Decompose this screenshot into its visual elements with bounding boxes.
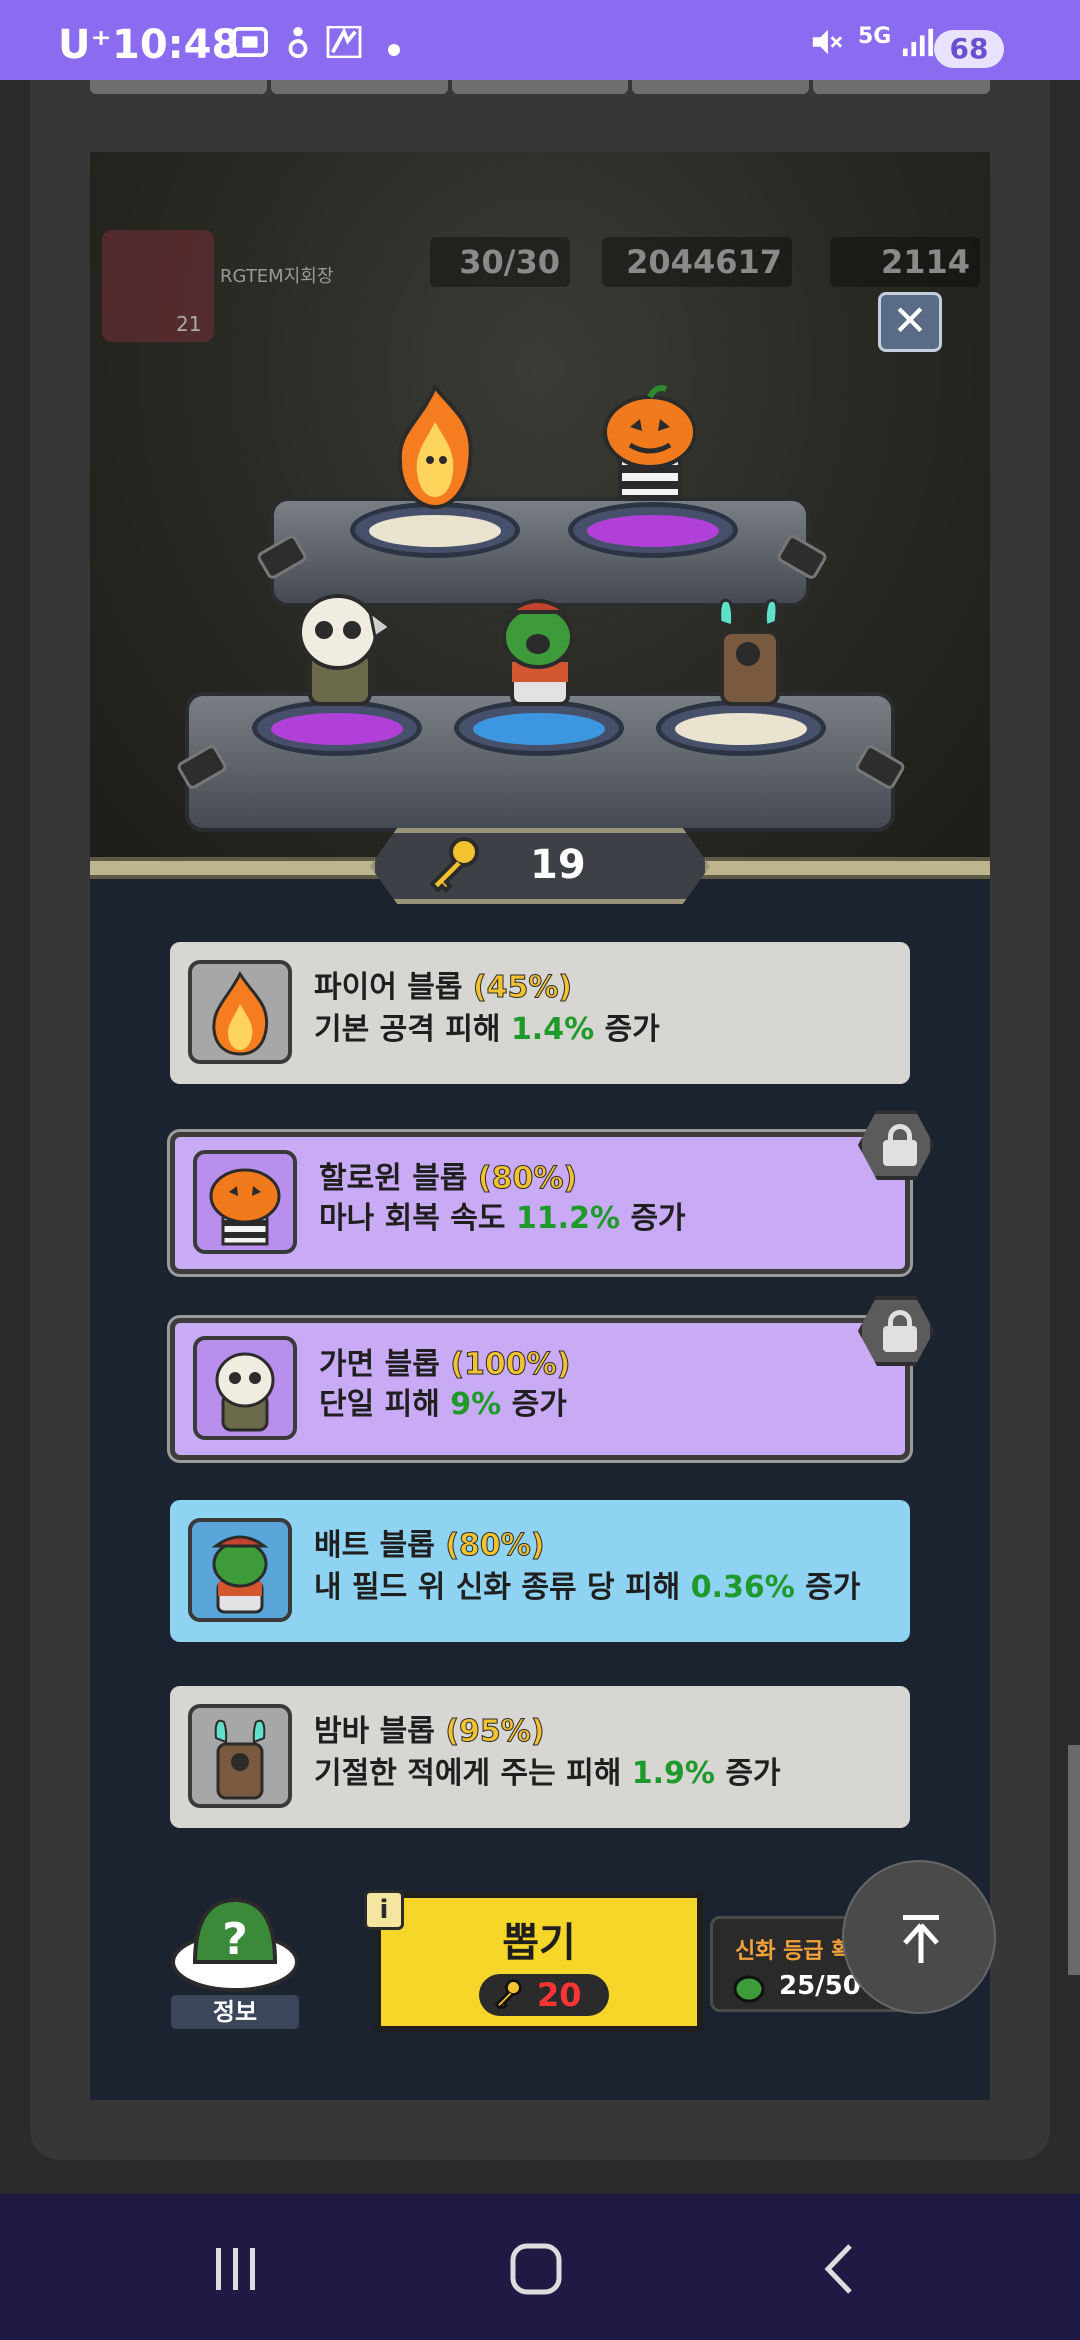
player-name: RGTEM지회장 — [220, 266, 334, 287]
gem-counter: 2114 — [830, 237, 980, 287]
key-icon — [494, 1979, 522, 2010]
blob-card-bat[interactable]: 배트 블롭 (80%) 내 필드 위 신화 종류 당 피해 0.36% 증가 — [170, 1500, 910, 1642]
halloween-blob-icon — [193, 1150, 297, 1254]
battery-indicator: 68 — [934, 30, 1004, 68]
coin-counter: 2044617 — [602, 237, 792, 287]
mask-blob-figure — [298, 594, 393, 706]
card-title: 가면 블롭 (100%) — [319, 1347, 571, 1383]
scroll-to-top-button[interactable] — [842, 1860, 996, 2014]
home-icon[interactable] — [496, 2234, 576, 2304]
draw-cost: 20 — [479, 1974, 609, 2016]
mythic-title: 신화 등급 확 — [735, 1939, 852, 1964]
blob-card-fire[interactable]: 파이어 블롭 (45%) 기본 공격 피해 1.4% 증가 — [170, 942, 910, 1084]
scrollbar[interactable] — [1068, 1745, 1080, 1975]
fire-blob-figure — [397, 383, 473, 510]
game-app-icon — [326, 26, 362, 58]
accessibility-icon — [288, 26, 308, 58]
mythic-count: 25/50 — [779, 1971, 861, 2001]
fire-blob-icon — [188, 960, 292, 1064]
status-bar: U⁺ 10:48 5G 68 — [0, 0, 1080, 80]
bamba-blob-figure — [718, 598, 780, 706]
draw-button[interactable]: 뽑기 20 — [375, 1892, 703, 2032]
carrier-label: U⁺ — [58, 22, 112, 68]
navigation-bar — [0, 2194, 1080, 2340]
energy-counter: 30/30 — [430, 237, 570, 287]
tab-strip — [90, 80, 990, 94]
card-description: 기본 공격 피해 1.4% 증가 — [314, 1012, 660, 1047]
bat-blob-icon — [188, 1518, 292, 1622]
mask-blob-icon — [193, 1336, 297, 1440]
blob-card-bamba[interactable]: 밤바 블롭 (95%) 기절한 적에게 주는 피해 1.9% 증가 — [170, 1686, 910, 1828]
draw-info-button[interactable]: i — [364, 1890, 404, 1930]
back-icon[interactable] — [800, 2234, 880, 2304]
mute-icon — [812, 29, 843, 55]
blob-card-halloween[interactable]: 할로윈 블롭 (80%) 마나 회복 속도 11.2% 증가 — [170, 1132, 910, 1274]
halloween-blob-figure — [603, 385, 697, 499]
card-title: 파이어 블롭 (45%) — [314, 970, 573, 1006]
mastery-panel: 21 RGTEM지회장 30/30 2044617 2114 ✕ 19 파이어 … — [90, 152, 990, 2100]
key-icon — [429, 837, 479, 893]
card-description: 마나 회복 속도 11.2% 증가 — [319, 1201, 686, 1236]
player-level: 21 — [176, 312, 202, 336]
arrow-up-icon — [903, 1915, 939, 1963]
card-description: 기절한 적에게 주는 피해 1.9% 증가 — [314, 1756, 781, 1791]
network-5g-icon: 5G — [858, 24, 892, 49]
svg-text:?: ? — [222, 1914, 248, 1965]
draw-label: 뽑기 — [502, 1920, 576, 1966]
info-ghost-icon[interactable]: ? — [170, 1892, 300, 1992]
pedestal-halloween — [568, 502, 738, 558]
signal-icon — [902, 28, 934, 57]
dot-icon — [388, 44, 400, 56]
blob-mini-icon — [733, 1975, 765, 2003]
card-title: 밤바 블롭 (95%) — [314, 1714, 545, 1750]
card-title: 할로윈 블롭 (80%) — [319, 1161, 578, 1197]
blob-card-mask[interactable]: 가면 블롭 (100%) 단일 피해 9% 증가 — [170, 1318, 910, 1460]
bat-blob-figure — [502, 599, 574, 706]
info-button[interactable]: 정보 — [168, 1992, 302, 2032]
showcase-scene: 21 RGTEM지회장 30/30 2044617 2114 ✕ — [90, 152, 990, 872]
close-button[interactable]: ✕ — [878, 292, 942, 352]
card-description: 내 필드 위 신화 종류 당 피해 0.36% 증가 — [314, 1570, 861, 1605]
recent-apps-icon[interactable] — [196, 2234, 276, 2304]
screenshot-icon — [232, 26, 268, 58]
bamba-blob-icon — [188, 1704, 292, 1808]
key-count: 19 — [530, 842, 586, 888]
clock: 10:48 — [112, 22, 240, 68]
card-description: 단일 피해 9% 증가 — [319, 1387, 567, 1422]
card-title: 배트 블롭 (80%) — [314, 1528, 545, 1564]
